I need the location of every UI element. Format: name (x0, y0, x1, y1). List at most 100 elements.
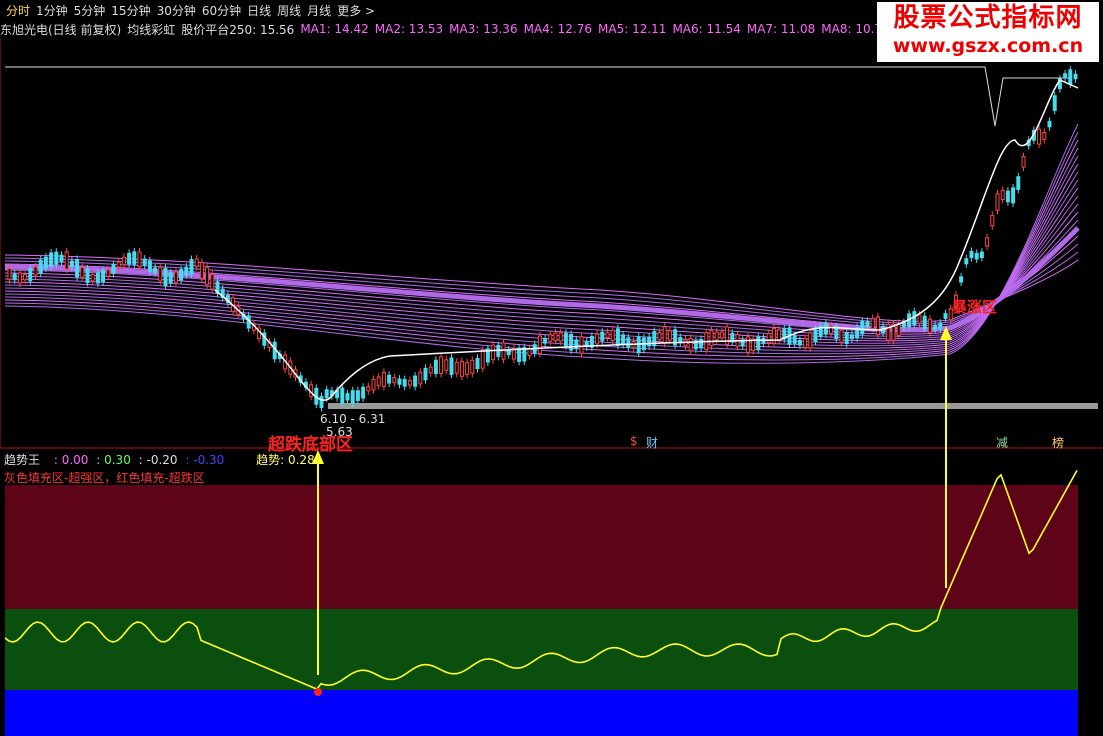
sub-value-4: : -0.30 (185, 453, 225, 467)
candle-body (153, 267, 158, 274)
candle-body (355, 390, 360, 401)
event-dollar-badge[interactable]: $ (630, 434, 638, 448)
candle-body (995, 193, 1000, 211)
candle-body (433, 359, 438, 374)
event-reduce-badge[interactable]: 减 (996, 434, 1008, 451)
bottom-signal-dot (314, 688, 322, 696)
candle-body (756, 336, 761, 351)
candle-body (537, 335, 542, 354)
candle-body (168, 272, 173, 284)
candle-body (449, 357, 454, 375)
candle-body (621, 334, 626, 346)
candle-body (985, 237, 990, 247)
candle-body (407, 380, 412, 386)
ma-ribbon-line (4, 171, 1079, 347)
candle-body (595, 333, 600, 345)
candle-body (745, 336, 750, 354)
candle-body (615, 328, 620, 346)
candle-body (1068, 69, 1073, 85)
candle-body (163, 267, 168, 287)
candle-body (667, 330, 672, 341)
candle-body (974, 252, 979, 260)
candle-body (366, 386, 371, 392)
candle-body (361, 386, 366, 399)
candle-body (387, 374, 392, 384)
candle-body (439, 356, 444, 375)
candle-body (548, 334, 553, 342)
candle-body (662, 326, 667, 344)
candle-body (397, 378, 402, 385)
candle-body (1005, 190, 1010, 203)
candle-body (392, 377, 397, 384)
sub-value-1: : 0.00 (53, 453, 89, 467)
candle-body (38, 259, 43, 274)
candle-body (142, 258, 147, 266)
candle-body (714, 331, 719, 341)
candle-body (413, 375, 418, 387)
candle-body (849, 334, 854, 340)
candle-body (688, 338, 693, 352)
candle-body (199, 261, 204, 279)
candle-body (600, 331, 605, 342)
watermark: 股票公式指标网 www.gszx.com.cn (877, 2, 1099, 62)
candle-body (371, 378, 376, 391)
candle-body (1021, 156, 1026, 168)
candle-body (475, 357, 480, 370)
candle-body (1037, 128, 1042, 145)
candle-body (709, 330, 714, 347)
candle-body (553, 332, 558, 341)
candle-body (1011, 187, 1016, 204)
event-finance-badge[interactable]: 财 (646, 434, 658, 451)
candle-body (454, 361, 459, 374)
breakout-zone-label: 暴涨区 (952, 298, 998, 316)
candle-body (49, 252, 54, 267)
candle-body (969, 251, 974, 259)
candle-body (173, 271, 178, 283)
candle-body (823, 322, 828, 335)
candle-body (766, 332, 771, 344)
sub-indicator-header: 趋势王 : 0.00 : 0.30 : -0.20 : -0.30 趋势: 0.… (4, 451, 315, 468)
candle-body (927, 318, 932, 334)
candle-body (839, 329, 844, 343)
candle-body (933, 324, 938, 331)
candle-body (23, 274, 28, 281)
candle-body (657, 332, 662, 341)
candle-body (1073, 73, 1078, 80)
candle-body (189, 259, 194, 275)
candle-body (80, 266, 85, 278)
candle-body (33, 266, 38, 276)
candle-body (943, 313, 948, 319)
sub-indicator-name: 趋势王 (4, 453, 41, 467)
candle-body (563, 332, 568, 347)
candle-body (990, 214, 995, 227)
candle-body (428, 366, 433, 374)
candle-body (324, 389, 329, 399)
candle-body (844, 332, 849, 344)
candle-body (860, 320, 865, 335)
candlesticks (7, 65, 1078, 412)
candle-body (423, 367, 428, 381)
event-rank-badge[interactable]: 榜 (1052, 434, 1064, 451)
candle-body (350, 390, 355, 404)
candle-body (64, 251, 69, 270)
overbought-zone (5, 485, 1078, 609)
candle-body (340, 387, 345, 404)
watermark-url: www.gszx.com.cn (892, 35, 1084, 57)
candle-body (699, 338, 704, 349)
candle-body (210, 274, 215, 290)
candle-body (69, 260, 74, 268)
candle-body (184, 266, 189, 276)
zone-legend-text: 灰色填充区-超强区，红色填充-超跌区 (4, 471, 205, 485)
candle-body (459, 360, 464, 377)
candle-body (418, 371, 423, 385)
candle-body (803, 338, 808, 349)
candle-body (90, 273, 95, 282)
candle-body (777, 329, 782, 341)
candle-body (402, 379, 407, 387)
candle-body (106, 269, 111, 277)
candle-body (938, 322, 943, 330)
candle-body (1042, 132, 1047, 140)
support-band (328, 403, 1098, 409)
low-range-label: 6.10 - 6.31 (320, 412, 386, 426)
price-platform-line (5, 66, 1070, 127)
